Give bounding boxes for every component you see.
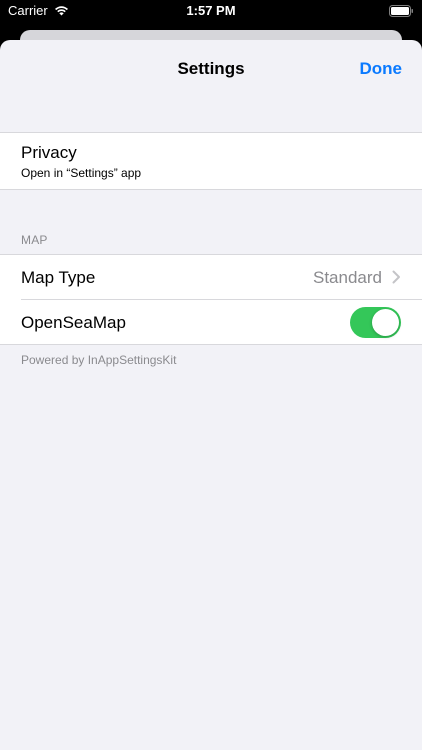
privacy-title: Privacy: [21, 143, 77, 162]
openseamap-label: OpenSeaMap: [21, 313, 126, 332]
map-type-label: Map Type: [21, 268, 96, 287]
settings-sheet: Settings Done Privacy Open in “Settings”…: [0, 40, 422, 750]
screen: Carrier 1:57 PM Settings Done Privacy Op…: [0, 0, 422, 750]
status-bar: Carrier 1:57 PM: [0, 0, 422, 22]
map-settings-group: Map Type Standard OpenSeaMap: [0, 254, 422, 345]
privacy-subtitle: Open in “Settings” app: [21, 166, 142, 180]
map-type-row[interactable]: Map Type Standard: [0, 255, 422, 300]
openseamap-row: OpenSeaMap: [0, 300, 422, 344]
openseamap-toggle[interactable]: [350, 307, 401, 338]
map-type-value: Standard: [313, 268, 382, 287]
privacy-row[interactable]: Privacy Open in “Settings” app: [0, 132, 422, 190]
chevron-right-icon: [392, 270, 400, 284]
battery-icon: [389, 5, 413, 17]
toggle-knob: [372, 309, 399, 336]
footer-powered-by: Powered by InAppSettingsKit: [21, 353, 177, 367]
status-time: 1:57 PM: [186, 3, 236, 18]
nav-bar: Settings Done: [0, 40, 422, 98]
section-header-map: MAP: [21, 233, 48, 247]
done-button[interactable]: Done: [360, 59, 403, 79]
